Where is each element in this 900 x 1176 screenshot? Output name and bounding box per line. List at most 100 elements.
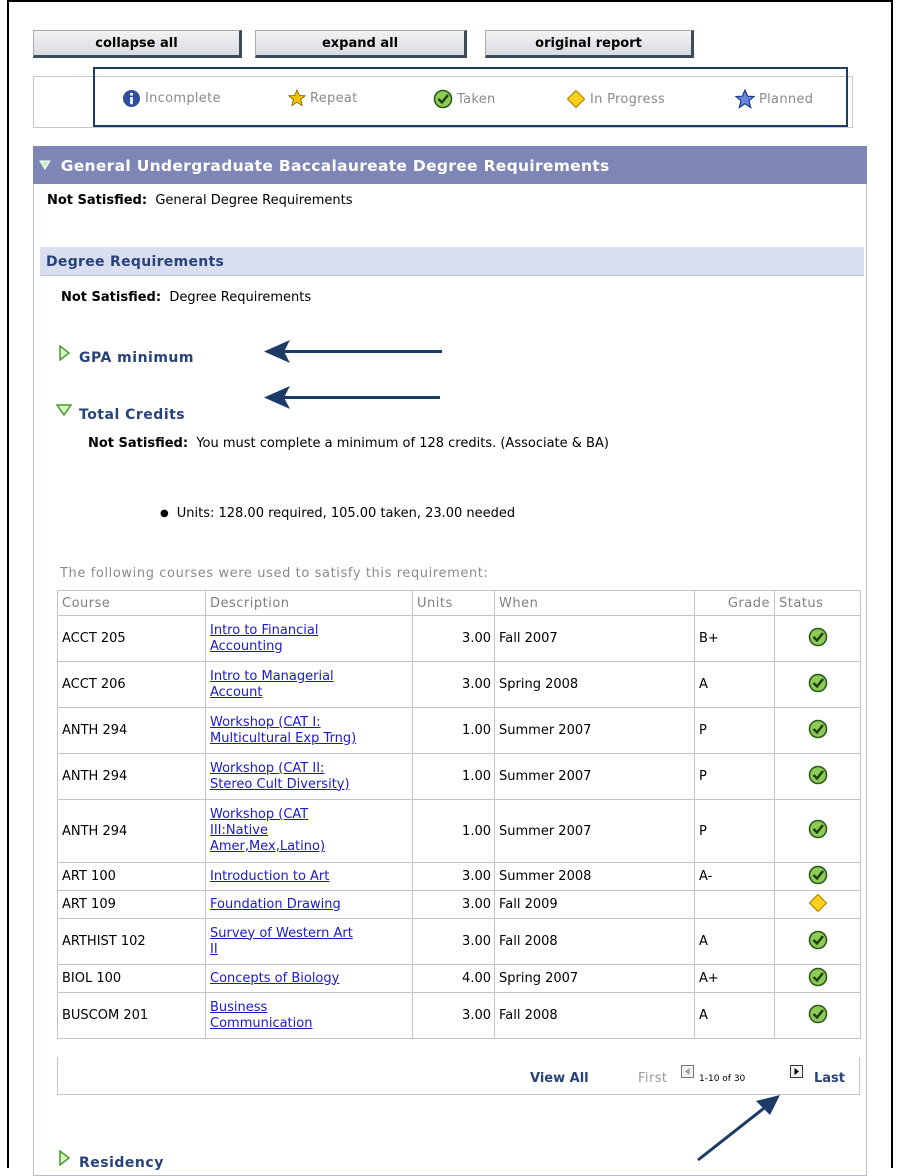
course-description: Introduction to Art bbox=[205, 862, 413, 891]
course-grade: B+ bbox=[694, 615, 775, 662]
course-units: 1.00 bbox=[412, 753, 495, 800]
legend-incomplete-label: Incomplete bbox=[145, 91, 221, 106]
check-circle-icon bbox=[808, 1004, 827, 1023]
residency-toggle[interactable]: Residency bbox=[58, 1145, 164, 1171]
section-title: General Undergraduate Baccalaureate Degr… bbox=[60, 157, 610, 175]
course-description: Intro to Managerial Account bbox=[205, 661, 413, 708]
course-description-link[interactable]: Workshop (CAT I: Multicultural Exp Trng) bbox=[210, 715, 356, 746]
original-report-button[interactable]: original report bbox=[485, 30, 694, 58]
triangle-right-icon bbox=[59, 1150, 70, 1166]
course-description-link[interactable]: Foundation Drawing bbox=[210, 897, 341, 912]
table-row: ANTH 294 Workshop (CAT I: Multicultural Ex… bbox=[57, 707, 861, 754]
table-row: ARTHIST 102 Survey of Western Art II 3.00 Fa… bbox=[57, 918, 861, 965]
course-units: 3.00 bbox=[412, 918, 495, 965]
course-description-link[interactable]: Business Communication bbox=[210, 1000, 312, 1031]
diamond-icon bbox=[566, 89, 586, 109]
course-code: ACCT 205 bbox=[57, 615, 206, 662]
course-grade bbox=[694, 890, 775, 919]
course-units: 3.00 bbox=[412, 862, 495, 891]
course-description: Concepts of Biology bbox=[205, 964, 413, 993]
check-circle-icon bbox=[808, 930, 827, 949]
legend-planned: Planned bbox=[735, 89, 813, 109]
collapse-all-button[interactable]: collapse all bbox=[33, 30, 242, 58]
triangle-down-icon bbox=[39, 160, 51, 170]
col-course: Course bbox=[57, 590, 206, 616]
course-description: Workshop (CAT I: Multicultural Exp Trng) bbox=[205, 707, 413, 754]
total-credits-label[interactable]: Total Credits bbox=[79, 407, 185, 423]
course-units: 3.00 bbox=[412, 661, 495, 708]
course-status bbox=[774, 918, 861, 965]
legend-planned-label: Planned bbox=[759, 91, 814, 107]
table-row: ACCT 205 Intro to Financial Accounting 3.00… bbox=[57, 615, 861, 662]
course-description-link[interactable]: Workshop (CAT III:Native Amer,Mex,Latino) bbox=[210, 807, 325, 854]
course-grade: P bbox=[694, 753, 775, 800]
info-icon bbox=[122, 89, 141, 108]
course-code: ANTH 294 bbox=[57, 799, 206, 863]
legend-incomplete: Incomplete bbox=[122, 89, 221, 108]
course-description: Workshop (CAT II: Stereo Cult Diversity) bbox=[205, 753, 413, 800]
course-description-link[interactable]: Introduction to Art bbox=[210, 869, 329, 884]
course-when: Fall 2008 bbox=[494, 992, 695, 1039]
view-all-link[interactable]: View All bbox=[530, 1071, 589, 1086]
course-description-link[interactable]: Intro to Managerial Account bbox=[210, 669, 334, 700]
pager-first: First bbox=[638, 1071, 668, 1086]
arrow-left-icon bbox=[264, 340, 290, 363]
course-when: Fall 2008 bbox=[494, 918, 695, 965]
course-units: 4.00 bbox=[412, 964, 495, 993]
gpa-minimum-label[interactable]: GPA minimum bbox=[79, 350, 194, 366]
course-code: ACCT 206 bbox=[57, 661, 206, 708]
course-description: Survey of Western Art II bbox=[205, 918, 413, 965]
course-units: 3.00 bbox=[412, 992, 495, 1039]
pager-prev-button[interactable] bbox=[681, 1065, 694, 1078]
course-status bbox=[774, 615, 861, 662]
check-circle-icon bbox=[808, 627, 827, 646]
course-code: ARTHIST 102 bbox=[57, 918, 206, 965]
table-row: ANTH 294 Workshop (CAT II: Stereo Cult Div… bbox=[57, 753, 861, 800]
course-code: BUSCOM 201 bbox=[57, 992, 206, 1039]
bullet-icon: ● bbox=[160, 508, 169, 519]
table-row: ART 100 Introduction to Art 3.00 Summer 200… bbox=[57, 862, 861, 891]
pager-last-link[interactable]: Last bbox=[814, 1071, 845, 1086]
course-when: Spring 2007 bbox=[494, 964, 695, 993]
course-description-link[interactable]: Concepts of Biology bbox=[210, 971, 339, 986]
course-units: 1.00 bbox=[412, 707, 495, 754]
star-yellow-icon bbox=[288, 89, 306, 107]
course-when: Summer 2007 bbox=[494, 753, 695, 800]
annotation-arrow-gpa bbox=[282, 350, 442, 353]
table-row: BIOL 100 Concepts of Biology 4.00 Spring 20… bbox=[57, 964, 861, 993]
course-status bbox=[774, 992, 861, 1039]
check-circle-icon bbox=[808, 967, 827, 986]
course-description-link[interactable]: Workshop (CAT II: Stereo Cult Diversity) bbox=[210, 761, 350, 792]
course-grade: P bbox=[694, 707, 775, 754]
expand-all-button[interactable]: expand all bbox=[255, 30, 467, 58]
course-status bbox=[774, 661, 861, 708]
course-description: Intro to Financial Accounting bbox=[205, 615, 413, 662]
pager-next-button[interactable] bbox=[790, 1065, 803, 1078]
course-when: Spring 2008 bbox=[494, 661, 695, 708]
check-circle-icon bbox=[808, 765, 827, 784]
units-summary: ● Units: 128.00 required, 105.00 taken, 2… bbox=[160, 506, 516, 521]
arrow-left-icon bbox=[264, 386, 290, 409]
col-units: Units bbox=[412, 590, 495, 616]
course-description-link[interactable]: Intro to Financial Accounting bbox=[210, 623, 318, 654]
course-grade: P bbox=[694, 799, 775, 863]
course-status bbox=[774, 707, 861, 754]
col-status: Status bbox=[774, 590, 861, 616]
course-grade: A+ bbox=[694, 964, 775, 993]
check-circle-icon bbox=[808, 865, 827, 884]
star-blue-icon bbox=[735, 89, 755, 109]
degree-requirements-header: Degree Requirements bbox=[40, 247, 864, 276]
course-code: ANTH 294 bbox=[57, 753, 206, 800]
course-description-link[interactable]: Survey of Western Art II bbox=[210, 926, 353, 957]
legend-in-progress: In Progress bbox=[566, 89, 665, 109]
check-circle-icon bbox=[433, 89, 453, 109]
triangle-right-icon bbox=[59, 345, 70, 361]
gpa-minimum-toggle[interactable]: GPA minimum bbox=[58, 340, 194, 366]
residency-label[interactable]: Residency bbox=[79, 1155, 164, 1171]
total-credits-toggle[interactable]: Total Credits bbox=[56, 397, 185, 423]
course-status bbox=[774, 799, 861, 863]
course-table: Course Description Units When Grade Stat… bbox=[57, 590, 861, 1039]
course-description: Business Communication bbox=[205, 992, 413, 1039]
section-header[interactable]: General Undergraduate Baccalaureate Degr… bbox=[33, 146, 867, 184]
table-header-row: Course Description Units When Grade Stat… bbox=[57, 590, 861, 616]
